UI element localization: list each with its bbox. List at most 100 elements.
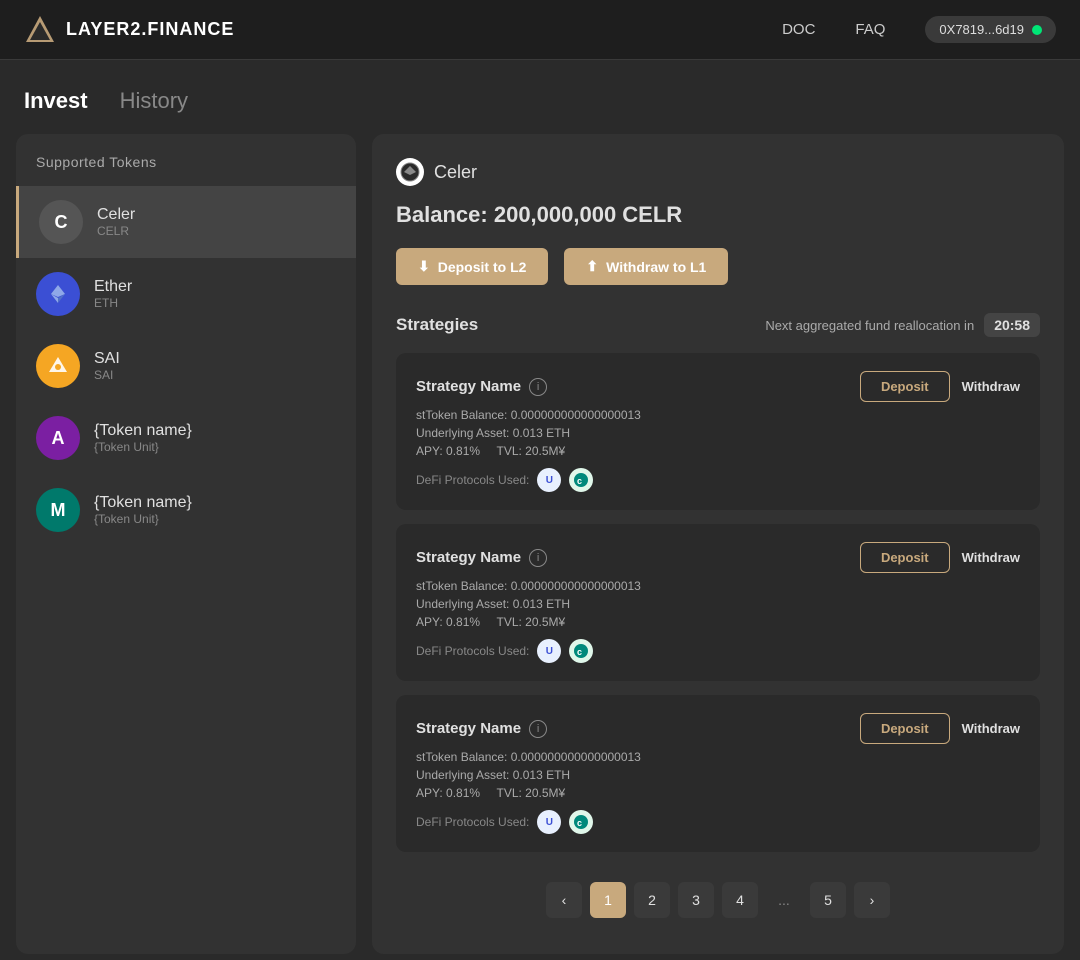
token1-symbol: {Token Unit} — [94, 440, 192, 454]
strategy-3-stats: APY: 0.81% TVL: 20.5M¥ — [416, 786, 1020, 800]
strategy-1-name: Strategy Name — [416, 378, 521, 395]
strategy-2-balance: stToken Balance: 0.000000000000000013 — [416, 579, 1020, 593]
strategy-2-info-icon[interactable]: i — [529, 549, 547, 567]
strategy-3-name: Strategy Name — [416, 720, 521, 737]
token1-info: {Token name} {Token Unit} — [94, 422, 192, 454]
deposit-label: Deposit to L2 — [438, 259, 527, 275]
sidebar-item-sai[interactable]: SAI SAI — [16, 330, 356, 402]
strategy-3-apy: APY: 0.81% — [416, 786, 480, 800]
strategy-1-info-icon[interactable]: i — [529, 378, 547, 396]
celer-symbol: CELR — [97, 224, 135, 238]
strategy-card-3-header: Strategy Name i Deposit Withdraw — [416, 713, 1020, 744]
strategy-2-withdraw-button[interactable]: Withdraw — [962, 550, 1020, 565]
token2-icon: M — [36, 488, 80, 532]
strategy-1-name-row: Strategy Name i — [416, 378, 547, 396]
panel-token-name: Celer — [434, 162, 477, 183]
page-2-button[interactable]: 2 — [634, 882, 670, 918]
protocol-icon-1a: U — [537, 468, 561, 492]
page-header: Invest History — [0, 60, 1080, 134]
withdraw-label: Withdraw to L1 — [606, 259, 706, 275]
sidebar-item-ether[interactable]: Ether ETH — [16, 258, 356, 330]
strategy-2-tvl: TVL: 20.5M¥ — [497, 615, 566, 629]
strategy-2-name-row: Strategy Name i — [416, 549, 547, 567]
protocols-label-1: DeFi Protocols Used: — [416, 473, 529, 487]
strategy-2-protocols: DeFi Protocols Used: U c — [416, 639, 1020, 663]
sai-info: SAI SAI — [94, 350, 120, 382]
pagination: ‹ 1 2 3 4 ... 5 › — [396, 866, 1040, 922]
download-icon: ⬇ — [418, 258, 430, 275]
ether-icon — [36, 272, 80, 316]
celer-info: Celer CELR — [97, 206, 135, 238]
balance-display: Balance: 200,000,000 CELR — [396, 202, 1040, 228]
ether-info: Ether ETH — [94, 278, 132, 310]
sidebar-title: Supported Tokens — [16, 154, 356, 186]
page-5-button[interactable]: 5 — [810, 882, 846, 918]
strategy-2-actions: Deposit Withdraw — [860, 542, 1020, 573]
sidebar: Supported Tokens C Celer CELR Ether ETH — [16, 134, 356, 954]
sai-name: SAI — [94, 350, 120, 368]
protocol-icon-2a: U — [537, 639, 561, 663]
strategy-2-deposit-button[interactable]: Deposit — [860, 542, 950, 573]
strategy-1-apy: APY: 0.81% — [416, 444, 480, 458]
strategy-3-actions: Deposit Withdraw — [860, 713, 1020, 744]
page-ellipsis: ... — [766, 882, 802, 918]
strategy-1-withdraw-button[interactable]: Withdraw — [962, 379, 1020, 394]
strategy-card-1: Strategy Name i Deposit Withdraw stToken… — [396, 353, 1040, 510]
svg-text:c: c — [577, 476, 582, 486]
protocol-icon-2b: c — [569, 639, 593, 663]
strategy-3-deposit-button[interactable]: Deposit — [860, 713, 950, 744]
strategy-3-protocols: DeFi Protocols Used: U c — [416, 810, 1020, 834]
token2-symbol: {Token Unit} — [94, 512, 192, 526]
main-layout: Supported Tokens C Celer CELR Ether ETH — [0, 134, 1080, 954]
strategy-3-underlying: Underlying Asset: 0.013 ETH — [416, 768, 1020, 782]
strategy-1-tvl: TVL: 20.5M¥ — [497, 444, 566, 458]
nav-faq[interactable]: FAQ — [855, 21, 885, 38]
page-3-button[interactable]: 3 — [678, 882, 714, 918]
strategy-card-2-header: Strategy Name i Deposit Withdraw — [416, 542, 1020, 573]
token1-name: {Token name} — [94, 422, 192, 440]
tab-invest[interactable]: Invest — [24, 88, 88, 114]
withdraw-to-l1-button[interactable]: ⬆ Withdraw to L1 — [564, 248, 728, 285]
balance-value: 200,000,000 CELR — [494, 202, 682, 227]
wallet-connected-dot — [1032, 25, 1042, 35]
strategy-3-balance: stToken Balance: 0.000000000000000013 — [416, 750, 1020, 764]
page-next-button[interactable]: › — [854, 882, 890, 918]
right-panel: Celer Balance: 200,000,000 CELR ⬇ Deposi… — [372, 134, 1064, 954]
strategies-title: Strategies — [396, 315, 478, 335]
action-buttons: ⬇ Deposit to L2 ⬆ Withdraw to L1 — [396, 248, 1040, 285]
realloc-info: Next aggregated fund reallocation in 20:… — [765, 313, 1040, 337]
protocols-label-3: DeFi Protocols Used: — [416, 815, 529, 829]
page-4-button[interactable]: 4 — [722, 882, 758, 918]
protocols-label-2: DeFi Protocols Used: — [416, 644, 529, 658]
strategy-1-balance: stToken Balance: 0.000000000000000013 — [416, 408, 1020, 422]
sidebar-item-token2[interactable]: M {Token name} {Token Unit} — [16, 474, 356, 546]
protocol-icon-1b: c — [569, 468, 593, 492]
page-1-button[interactable]: 1 — [590, 882, 626, 918]
strategy-1-deposit-button[interactable]: Deposit — [860, 371, 950, 402]
strategy-3-withdraw-button[interactable]: Withdraw — [962, 721, 1020, 736]
page-prev-button[interactable]: ‹ — [546, 882, 582, 918]
nav-doc[interactable]: DOC — [782, 21, 815, 38]
deposit-to-l2-button[interactable]: ⬇ Deposit to L2 — [396, 248, 548, 285]
sidebar-item-celer[interactable]: C Celer CELR — [16, 186, 356, 258]
balance-label: Balance: — [396, 202, 488, 227]
token2-info: {Token name} {Token Unit} — [94, 494, 192, 526]
sidebar-item-token1[interactable]: A {Token name} {Token Unit} — [16, 402, 356, 474]
logo: LAYER2.FINANCE — [24, 14, 234, 46]
wallet-badge[interactable]: 0X7819...6d19 — [925, 16, 1056, 43]
logo-text: LAYER2.FINANCE — [66, 19, 234, 40]
strategy-1-protocols: DeFi Protocols Used: U c — [416, 468, 1020, 492]
strategy-2-name: Strategy Name — [416, 549, 521, 566]
strategies-header: Strategies Next aggregated fund realloca… — [396, 313, 1040, 337]
protocol-icon-3a: U — [537, 810, 561, 834]
strategy-2-stats: APY: 0.81% TVL: 20.5M¥ — [416, 615, 1020, 629]
celer-name: Celer — [97, 206, 135, 224]
strategy-1-actions: Deposit Withdraw — [860, 371, 1020, 402]
strategy-card-1-header: Strategy Name i Deposit Withdraw — [416, 371, 1020, 402]
strategy-card-3: Strategy Name i Deposit Withdraw stToken… — [396, 695, 1040, 852]
strategy-1-underlying: Underlying Asset: 0.013 ETH — [416, 426, 1020, 440]
tab-history[interactable]: History — [120, 88, 188, 114]
strategy-3-info-icon[interactable]: i — [529, 720, 547, 738]
strategy-1-stats: APY: 0.81% TVL: 20.5M¥ — [416, 444, 1020, 458]
svg-text:c: c — [577, 647, 582, 657]
